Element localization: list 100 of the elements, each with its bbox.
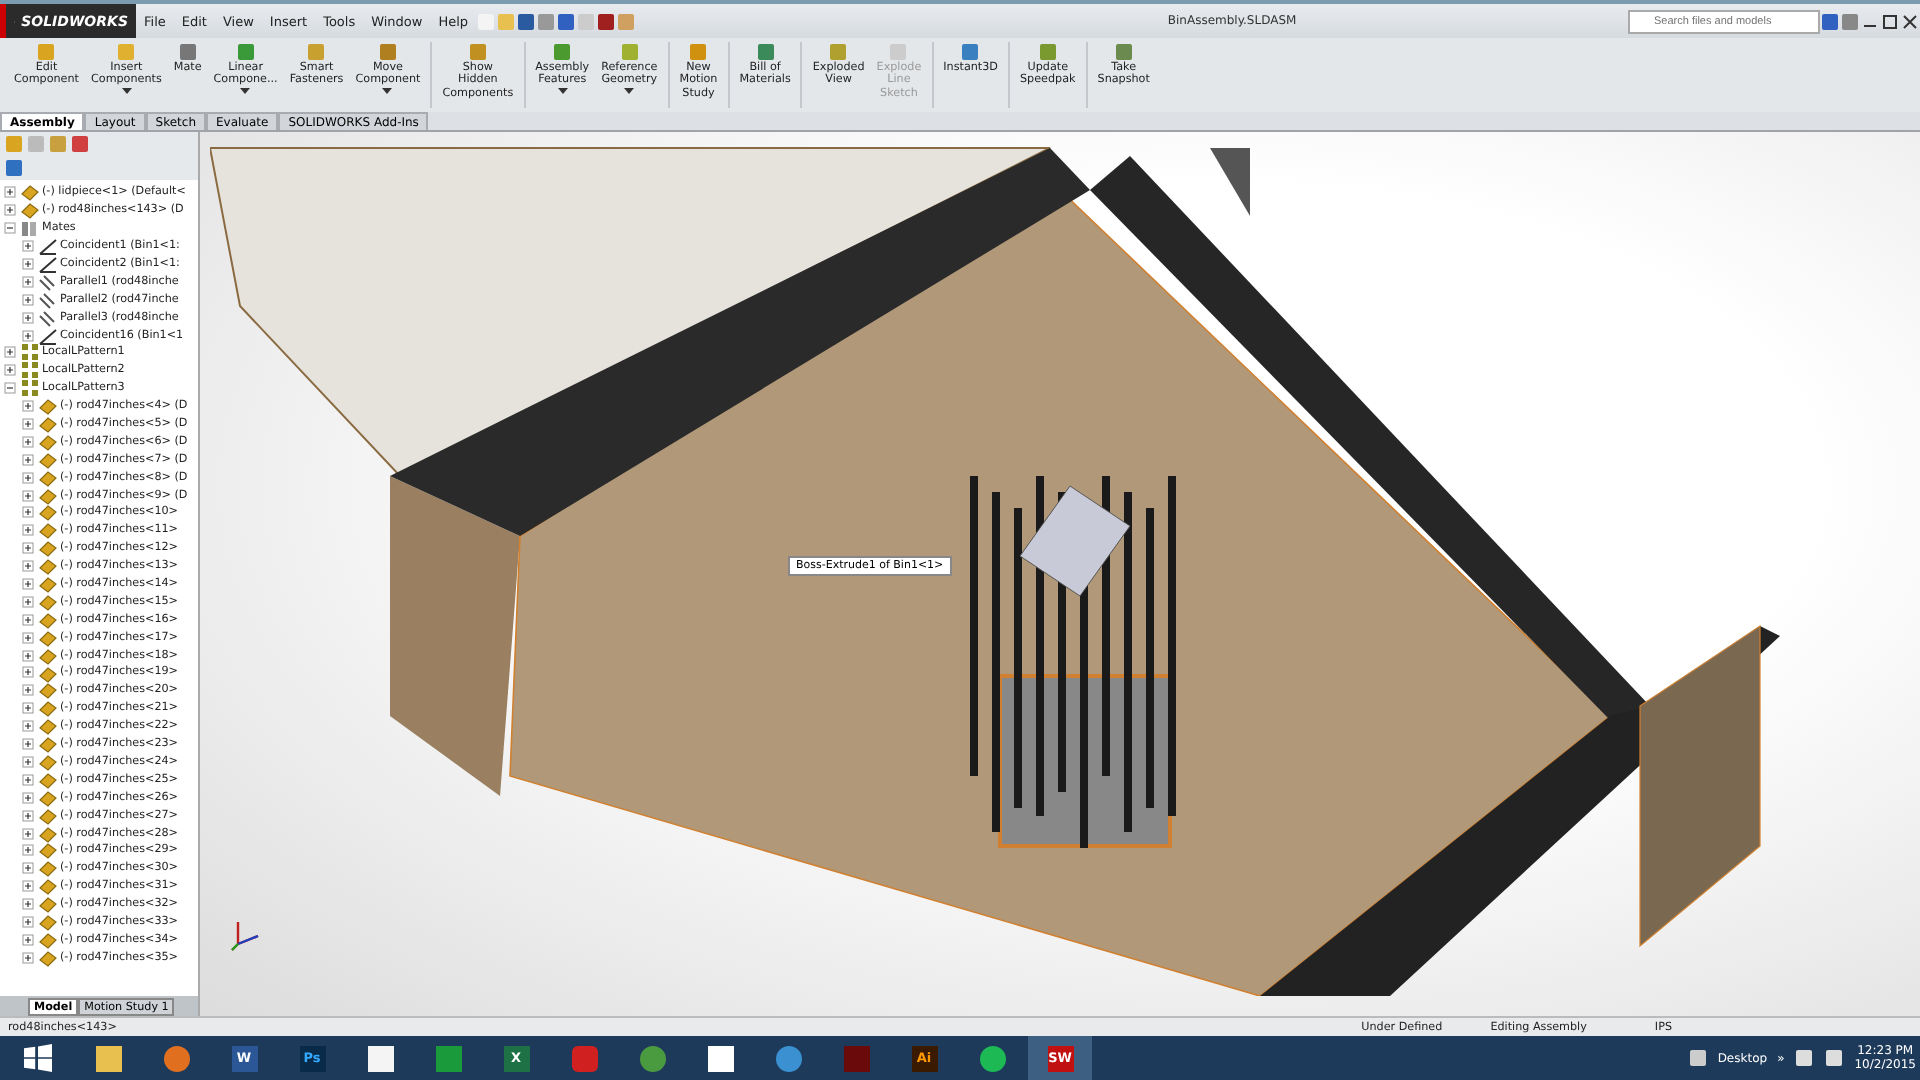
tool-icon[interactable] — [960, 42, 981, 62]
expand-icon[interactable] — [22, 827, 34, 839]
part-icon — [37, 858, 57, 879]
part-icon — [19, 200, 39, 221]
expand-icon[interactable] — [22, 275, 34, 288]
expand-icon[interactable] — [22, 951, 34, 964]
mates-icon — [19, 218, 39, 239]
caret-icon[interactable] — [557, 87, 568, 96]
expand-icon[interactable] — [22, 862, 34, 875]
part-icon — [19, 182, 39, 203]
expand-icon[interactable] — [22, 329, 34, 342]
part-icon — [37, 769, 57, 790]
expand-icon[interactable] — [22, 453, 34, 466]
close-icon[interactable] — [1900, 11, 1920, 31]
maximize-icon[interactable] — [1880, 11, 1900, 31]
expand-icon[interactable] — [22, 489, 34, 502]
expand-icon[interactable] — [22, 400, 34, 413]
part-icon — [37, 396, 57, 417]
expand-icon[interactable] — [4, 204, 16, 217]
expand-icon[interactable] — [22, 524, 34, 537]
expand-icon[interactable] — [4, 364, 16, 377]
part-icon — [37, 840, 57, 861]
expand-icon[interactable] — [22, 702, 34, 715]
caret-icon[interactable] — [121, 87, 132, 96]
expand-icon[interactable] — [22, 755, 34, 768]
tool-icon[interactable] — [177, 42, 198, 62]
tool-icon[interactable] — [235, 42, 256, 62]
part-icon — [37, 947, 57, 968]
caret-icon[interactable] — [382, 87, 393, 96]
tool-icon[interactable] — [1037, 42, 1058, 62]
coincident-icon — [37, 325, 57, 346]
expand-icon[interactable] — [22, 880, 34, 893]
pattern-icon — [19, 342, 39, 363]
collapse-icon[interactable] — [4, 222, 16, 235]
pattern-icon — [19, 360, 39, 381]
part-icon — [37, 823, 57, 844]
coincident-icon — [37, 236, 57, 257]
part-icon — [37, 894, 57, 915]
expand-icon[interactable] — [22, 933, 34, 946]
expand-icon[interactable] — [22, 240, 34, 253]
part-icon — [37, 627, 57, 648]
expand-icon[interactable] — [22, 506, 34, 519]
expand-icon[interactable] — [22, 631, 34, 644]
expand-icon[interactable] — [22, 649, 34, 662]
expand-icon[interactable] — [22, 560, 34, 573]
expand-icon[interactable] — [22, 666, 34, 679]
part-icon — [37, 414, 57, 435]
part-icon — [37, 431, 57, 452]
caret-icon[interactable] — [624, 87, 635, 96]
tool-icon[interactable] — [377, 42, 398, 62]
part-icon — [37, 591, 57, 612]
part-icon — [37, 520, 57, 541]
parallel-icon — [37, 289, 57, 310]
part-icon — [37, 574, 57, 595]
expand-icon[interactable] — [22, 435, 34, 448]
collapse-icon[interactable] — [4, 382, 16, 395]
parallel-icon — [37, 271, 57, 292]
expand-icon[interactable] — [22, 311, 34, 324]
part-icon — [37, 787, 57, 808]
expand-icon[interactable] — [22, 773, 34, 786]
expand-icon[interactable] — [22, 684, 34, 697]
expand-icon[interactable] — [22, 791, 34, 804]
expand-icon[interactable] — [22, 898, 34, 911]
expand-icon[interactable] — [22, 809, 34, 822]
expand-icon[interactable] — [4, 186, 16, 199]
tool-icon[interactable] — [552, 42, 573, 62]
part-icon — [37, 449, 57, 470]
expand-icon[interactable] — [22, 258, 34, 270]
tool-icon[interactable] — [755, 42, 776, 62]
part-icon — [37, 734, 57, 755]
part-icon — [37, 467, 57, 488]
tool-icon[interactable] — [1113, 42, 1134, 62]
part-icon — [37, 609, 57, 630]
expand-icon[interactable] — [22, 738, 34, 751]
expand-icon[interactable] — [22, 578, 34, 591]
part-icon — [37, 805, 57, 826]
expand-icon[interactable] — [22, 613, 34, 626]
start-icon[interactable] — [24, 1044, 52, 1072]
part-icon — [37, 556, 57, 577]
parallel-icon — [37, 307, 57, 328]
expand-icon[interactable] — [22, 915, 34, 928]
part-icon — [37, 929, 57, 950]
part-icon — [37, 751, 57, 772]
part-icon — [37, 485, 57, 506]
expand-icon[interactable] — [22, 542, 34, 555]
part-icon — [37, 502, 57, 523]
expand-icon[interactable] — [22, 595, 34, 608]
part-icon — [37, 876, 57, 897]
expand-icon[interactable] — [22, 418, 34, 431]
expand-icon[interactable] — [22, 844, 34, 857]
part-icon — [37, 716, 57, 737]
expand-icon[interactable] — [4, 346, 16, 359]
part-icon — [37, 663, 57, 683]
part-icon — [37, 538, 57, 559]
expand-icon[interactable] — [22, 293, 34, 306]
part-icon — [37, 645, 57, 666]
expand-icon[interactable] — [22, 720, 34, 733]
expand-icon[interactable] — [22, 471, 34, 484]
caret-icon[interactable] — [240, 87, 251, 96]
triad-icon — [230, 916, 262, 952]
